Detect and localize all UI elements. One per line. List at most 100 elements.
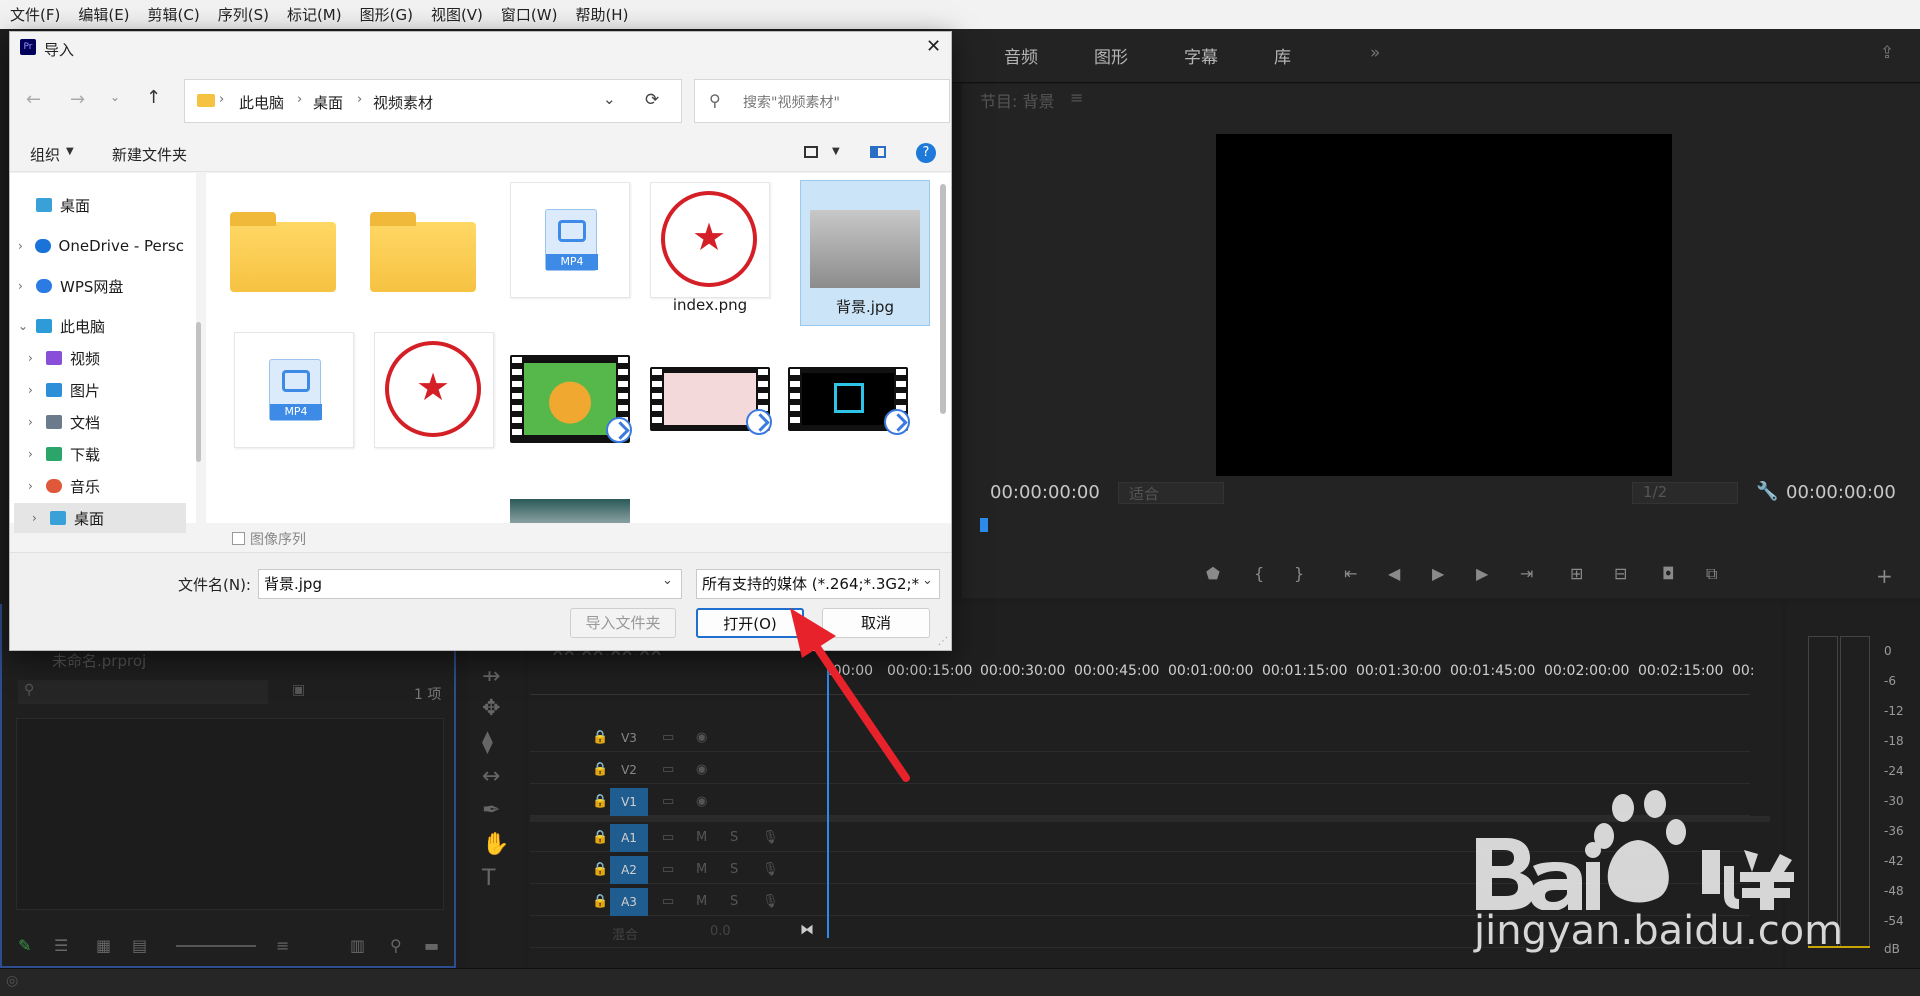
track-v3[interactable]	[530, 722, 1750, 752]
up-arrow-icon[interactable]: ↑	[146, 87, 161, 108]
add-button-icon[interactable]: +	[1876, 564, 1893, 588]
video-clip-item[interactable]	[510, 355, 632, 443]
eye-icon[interactable]: ◉	[696, 794, 707, 809]
extract-icon[interactable]: ⊟	[1614, 564, 1627, 583]
type-icon[interactable]: T	[482, 866, 495, 891]
breadcrumb-item[interactable]: 桌面	[313, 92, 343, 113]
import-folder-button[interactable]: 导入文件夹	[570, 608, 676, 638]
folder-item[interactable]	[370, 202, 480, 322]
mic-icon[interactable]: 🎙	[762, 894, 779, 909]
menu-graphics[interactable]: 图形(G)	[360, 4, 413, 25]
export-frame-icon[interactable]: ◘	[1662, 564, 1675, 583]
sort-icon[interactable]: ≡	[276, 936, 289, 955]
filetype-select[interactable]: 所有支持的媒体 (*.264;*.3G2;*	[696, 569, 940, 599]
go-to-in-icon[interactable]: ⇤	[1344, 564, 1357, 583]
lock-icon[interactable]: 🔒	[592, 794, 608, 809]
solo-toggle[interactable]: S	[730, 894, 738, 909]
organize-button[interactable]: 组织	[30, 144, 60, 165]
resize-grip-icon[interactable]: ⋰	[938, 636, 948, 647]
lock-icon[interactable]: 🔒	[592, 762, 608, 777]
new-bin-footer-icon[interactable]: ▬	[424, 936, 439, 955]
new-bin-icon[interactable]: ▣	[292, 682, 305, 698]
mic-icon[interactable]: 🎙	[762, 830, 779, 845]
nav-item-onedrive[interactable]: › OneDrive - Persc	[10, 231, 184, 261]
program-timecode[interactable]: 00:00:00:00	[990, 482, 1100, 503]
track-label-a1[interactable]: A1	[610, 824, 648, 852]
wrench-icon[interactable]: 🔧	[1756, 481, 1778, 502]
tab-captions[interactable]: 字幕	[1184, 43, 1218, 68]
lock-icon[interactable]: 🔒	[592, 730, 608, 745]
slip-icon[interactable]: ↔	[482, 764, 500, 789]
breadcrumb-item[interactable]: 视频素材	[373, 92, 433, 113]
pen-icon[interactable]: ✒	[482, 798, 500, 823]
nav-item-wps[interactable]: › WPS网盘	[10, 271, 184, 301]
chevron-right-icon[interactable]: ›	[28, 383, 46, 397]
view-mode-icon[interactable]	[804, 146, 818, 158]
image-file-item[interactable]	[374, 332, 494, 448]
close-icon[interactable]: ✕	[926, 36, 941, 57]
mute-toggle[interactable]: M	[696, 830, 707, 845]
solo-toggle[interactable]: S	[730, 862, 738, 877]
icon-view-icon[interactable]: ▦	[96, 936, 111, 955]
filename-input[interactable]: 背景.jpg	[258, 569, 682, 599]
track-label-v1[interactable]: V1	[610, 788, 648, 816]
go-to-out-icon[interactable]: ⇥	[1520, 564, 1533, 583]
track-label-v3[interactable]: V3	[610, 724, 648, 752]
chevron-right-icon[interactable]: ›	[18, 239, 35, 253]
lift-icon[interactable]: ⊞	[1570, 564, 1583, 583]
menu-window[interactable]: 窗口(W)	[501, 4, 558, 25]
step-back-icon[interactable]: ◀	[1388, 564, 1400, 583]
play-icon[interactable]: ▶	[1432, 564, 1444, 583]
tab-graphics[interactable]: 图形	[1094, 43, 1128, 68]
video-clip-item[interactable]	[650, 367, 772, 435]
chevron-down-icon[interactable]: ⌄	[662, 573, 673, 588]
sync-lock-icon[interactable]: ▭	[662, 762, 674, 777]
rolling-edit-icon[interactable]: ✥	[482, 696, 500, 721]
menu-markers[interactable]: 标记(M)	[287, 4, 342, 25]
mark-out-icon[interactable]: }	[1294, 564, 1304, 583]
preview-pane-icon[interactable]	[870, 146, 886, 158]
mute-toggle[interactable]: M	[696, 894, 707, 909]
resolution-dropdown[interactable]: 1/2	[1632, 482, 1738, 504]
ripple-edit-icon[interactable]: ⇸	[482, 664, 500, 689]
search-field[interactable]: ⚲ 搜索"视频素材"	[694, 79, 950, 123]
chevron-right-icon[interactable]: ›	[28, 415, 46, 429]
lock-icon[interactable]: 🔒	[592, 862, 608, 877]
mic-icon[interactable]: 🎙	[762, 862, 779, 877]
new-folder-button[interactable]: 新建文件夹	[112, 144, 187, 165]
chevron-down-icon[interactable]: ⌄	[922, 573, 933, 588]
go-to-end-icon[interactable]: ⧓	[800, 922, 814, 938]
automate-icon[interactable]: ▥	[350, 936, 365, 955]
menu-edit[interactable]: 编辑(E)	[78, 4, 129, 25]
folder-item[interactable]	[230, 202, 340, 322]
chevron-down-icon[interactable]: ⌄	[18, 319, 36, 333]
track-label-a3[interactable]: A3	[610, 888, 648, 916]
find-icon[interactable]: ⚲	[390, 936, 402, 955]
compare-icon[interactable]: ⧉	[1706, 564, 1717, 584]
eye-icon[interactable]: ◉	[696, 730, 707, 745]
file-list-scrollbar[interactable]	[940, 184, 946, 414]
chevron-right-icon[interactable]: ›	[28, 351, 46, 365]
hand-icon[interactable]: ✋	[482, 832, 509, 857]
freeform-view-icon[interactable]: ▤	[132, 936, 147, 955]
panel-menu-icon[interactable]: ≡	[1070, 88, 1083, 107]
chevron-right-icon[interactable]: ›	[18, 279, 36, 293]
nav-scrollbar[interactable]	[196, 322, 201, 462]
project-item-list[interactable]	[16, 718, 444, 910]
nav-item-music[interactable]: › 音乐	[10, 471, 184, 501]
pencil-icon[interactable]: ✎	[18, 936, 31, 955]
marker-icon[interactable]: ⬟	[1206, 564, 1220, 583]
track-label-a2[interactable]: A2	[610, 856, 648, 884]
image-sequence-checkbox[interactable]	[232, 532, 245, 545]
chevron-right-icon[interactable]: ›	[28, 447, 46, 461]
track-v2[interactable]	[530, 754, 1750, 784]
back-arrow-icon[interactable]: ←	[26, 89, 41, 110]
nav-item-this-pc[interactable]: ⌄ 此电脑	[10, 311, 184, 341]
sync-lock-icon[interactable]: ▭	[662, 830, 674, 845]
refresh-icon[interactable]: ⟳	[645, 90, 659, 110]
menu-sequence[interactable]: 序列(S)	[218, 4, 269, 25]
lock-icon[interactable]: 🔒	[592, 894, 608, 909]
track-label-v2[interactable]: V2	[610, 756, 648, 784]
project-search-input[interactable]	[18, 680, 268, 704]
eye-icon[interactable]: ◉	[696, 762, 707, 777]
